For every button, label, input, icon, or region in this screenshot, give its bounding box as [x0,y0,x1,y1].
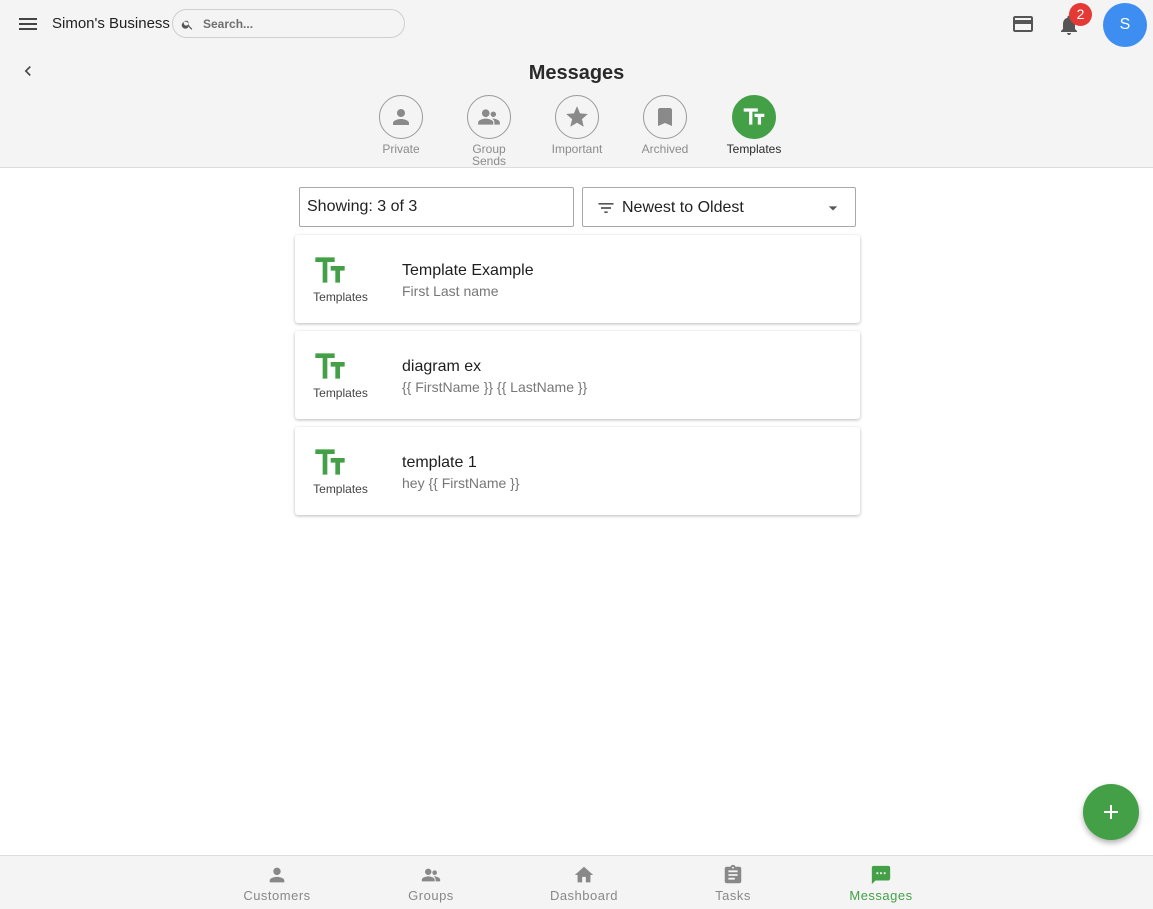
home-icon [574,866,594,883]
nav-groups[interactable]: Groups [386,864,476,903]
clipboard-icon [724,864,742,884]
notification-count-badge: 2 [1069,3,1092,26]
text-fields-icon [315,449,345,475]
nav-label: Tasks [715,888,751,903]
nav-customers[interactable]: Customers [232,864,322,903]
message-list: Templates Template Example First Last na… [295,235,860,523]
message-title: Template Example [402,262,534,279]
category-label: Group Sends [471,142,507,168]
top-app-bar: Simon's Business 2 S [0,0,1153,48]
bookmark-icon [643,95,687,139]
group-icon [421,868,441,882]
person-icon [269,867,285,883]
category-tab-group-sends[interactable]: Group Sends [449,95,529,167]
menu-icon[interactable] [16,12,40,36]
nav-label: Messages [849,888,913,903]
nav-tasks[interactable]: Tasks [688,864,778,903]
page-title: Messages [528,62,625,84]
credit-card-icon[interactable] [1011,12,1035,41]
message-type-label: Templates [313,482,368,496]
search-icon [181,20,193,30]
messages-header: Messages Private Group Sends Important A… [0,48,1153,168]
chevron-down-icon [828,206,838,211]
chat-icon [871,865,891,885]
message-preview: {{ FirstName }} {{ LastName }} [402,379,588,395]
filter-list-icon [598,203,614,213]
message-card[interactable]: Templates template 1 hey {{ FirstName }} [295,427,860,515]
business-name: Simon's Business [52,15,170,32]
category-label: Private [382,142,420,156]
category-label: Important [551,142,603,156]
message-type-label: Templates [313,290,368,304]
person-icon [379,95,423,139]
category-label: Archived [641,142,689,156]
star-icon [555,95,599,139]
text-fields-icon [315,353,345,379]
message-type-label: Templates [313,386,368,400]
nav-label: Dashboard [549,888,619,903]
nav-label: Customers [243,888,311,903]
search-input[interactable] [203,15,398,33]
add-message-button[interactable] [1083,784,1139,840]
category-tab-templates[interactable]: Templates [714,95,794,155]
showing-count-field: Showing: 3 of 3 [299,187,574,227]
category-tab-important[interactable]: Important [537,95,617,155]
message-title: diagram ex [402,358,482,375]
group-icon [467,95,511,139]
category-tab-archived[interactable]: Archived [625,95,705,155]
nav-dashboard[interactable]: Dashboard [539,864,629,903]
user-avatar[interactable]: S [1103,3,1147,47]
sort-dropdown[interactable]: Newest to Oldest [582,187,856,227]
text-fields-icon [732,95,776,139]
text-fields-icon [315,257,345,283]
search-bar[interactable] [172,9,405,38]
message-title: template 1 [402,454,477,471]
plus-icon [1104,805,1118,819]
message-preview: First Last name [402,283,499,299]
message-preview: hey {{ FirstName }} [402,475,520,491]
category-label: Templates [726,142,782,156]
category-tab-private[interactable]: Private [361,95,441,155]
nav-messages[interactable]: Messages [836,864,926,903]
message-card[interactable]: Templates Template Example First Last na… [295,235,860,323]
message-card[interactable]: Templates diagram ex {{ FirstName }} {{ … [295,331,860,419]
sort-value: Newest to Oldest [622,199,744,216]
nav-label: Groups [408,888,454,903]
bottom-navigation: Customers Groups Dashboard Tasks Message… [0,855,1153,909]
